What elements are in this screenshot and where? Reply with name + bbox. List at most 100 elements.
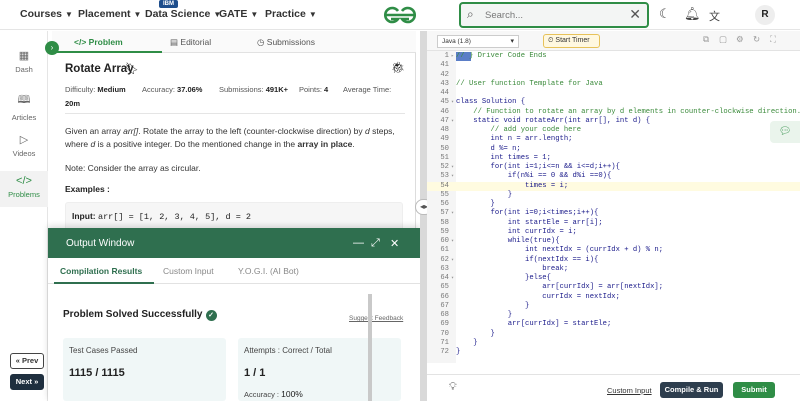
copy-icon[interactable]: ⧉ bbox=[703, 34, 709, 45]
rail-item-dash[interactable]: ▦ Dash bbox=[0, 49, 48, 74]
tab-editorial[interactable]: ▤ Editorial bbox=[170, 37, 211, 48]
code-line[interactable]: 1 ▸// } Driver Code Ends bbox=[427, 52, 800, 61]
rail-item-problems[interactable]: </> Problems bbox=[0, 171, 48, 207]
line-number: 41 bbox=[440, 61, 449, 70]
code-line[interactable]: 70 } bbox=[427, 330, 800, 339]
nav-data-science[interactable]: Data Science ▼ bbox=[145, 8, 221, 20]
translate-icon[interactable]: 文 bbox=[709, 8, 720, 24]
nav-practice[interactable]: Practice ▼ bbox=[265, 8, 317, 20]
code-line[interactable]: 41 bbox=[427, 61, 800, 70]
fold-chevron-icon[interactable]: ▾ bbox=[449, 209, 456, 218]
code-line[interactable]: 49 int n = arr.length; bbox=[427, 135, 800, 144]
code-line[interactable]: 57 ▾ for(int i=0;i<times;i++){ bbox=[427, 209, 800, 218]
code-line[interactable]: 46 // Function to rotate an array by d e… bbox=[427, 108, 800, 117]
fold-chevron-icon[interactable]: ▾ bbox=[449, 172, 456, 181]
code-line[interactable]: 64 ▾ }else{ bbox=[427, 274, 800, 283]
suggest-feedback-link[interactable]: Suggest Feedback bbox=[349, 315, 403, 322]
chat-icon[interactable]: 💬︎ bbox=[770, 121, 800, 143]
line-number: 72 bbox=[440, 348, 449, 356]
code-line[interactable]: 42 bbox=[427, 71, 800, 80]
fold-chevron-icon[interactable]: ▾ bbox=[449, 237, 456, 246]
close-icon[interactable]: ✕ bbox=[629, 6, 641, 23]
rail-item-articles[interactable]: 🕮 Articles bbox=[0, 91, 48, 122]
code-area[interactable]: 1 ▸// } Driver Code Ends 41 42 43// User fun… bbox=[427, 52, 800, 362]
code-line[interactable]: 63 break; bbox=[427, 265, 800, 274]
language-select[interactable]: Java (1.8) ▾ bbox=[437, 35, 519, 48]
bookmark-icon[interactable]: 🔖︎ bbox=[125, 62, 139, 75]
code-line[interactable]: 48 // add your code here bbox=[427, 126, 800, 135]
reset-icon[interactable]: ↻ bbox=[753, 34, 760, 45]
tab-custom-input[interactable]: Custom Input bbox=[163, 266, 214, 276]
lightbulb-icon[interactable]: 💡︎ bbox=[449, 381, 457, 394]
panel-splitter[interactable] bbox=[420, 31, 427, 401]
settings-icon[interactable]: ⚙ bbox=[736, 34, 744, 45]
code-line[interactable]: 69 arr[currIdx] = startEle; bbox=[427, 320, 800, 329]
rail-item-videos[interactable]: ▷ Videos bbox=[0, 133, 48, 158]
code-line[interactable]: 52 ▾ for(int i=1;i<=n && i<=d;i++){ bbox=[427, 163, 800, 172]
bell-icon[interactable]: 🔔︎ bbox=[684, 6, 701, 22]
code-line[interactable]: 71 } bbox=[427, 339, 800, 348]
prev-button[interactable]: « Prev bbox=[10, 353, 44, 369]
custom-input-link[interactable]: Custom Input bbox=[607, 386, 652, 395]
avatar[interactable]: R bbox=[755, 5, 775, 25]
paste-icon[interactable]: ▢ bbox=[719, 34, 727, 45]
code-text: if(nextIdx == i){ bbox=[456, 255, 599, 264]
fold-chevron-icon[interactable]: ▸ bbox=[449, 52, 456, 61]
active-tab-indicator bbox=[54, 282, 154, 284]
code-line[interactable]: 45 ▾ class Solution { bbox=[427, 98, 800, 107]
line-number: 44 bbox=[440, 89, 449, 97]
submissions: Submissions: 491K+ bbox=[219, 85, 288, 94]
code-line[interactable]: 47 ▾ static void rotateArr(int arr[], int… bbox=[427, 117, 800, 126]
dark-mode-moon-icon[interactable]: ☾ bbox=[659, 6, 671, 22]
start-timer-button[interactable]: ⏲ Start Timer bbox=[543, 34, 600, 48]
minimize-icon[interactable]: — bbox=[353, 237, 364, 249]
search-input[interactable]: Search... bbox=[485, 10, 523, 21]
tab-problem[interactable]: </> Problem bbox=[74, 37, 123, 47]
code-line[interactable]: 56 } bbox=[427, 200, 800, 209]
code-text: } bbox=[456, 190, 513, 199]
line-number: 63 bbox=[440, 264, 449, 273]
code-line[interactable]: 72} bbox=[427, 348, 800, 357]
close-icon[interactable]: ✕ bbox=[390, 237, 399, 250]
fullscreen-icon[interactable]: ⛶ bbox=[770, 34, 776, 45]
code-line[interactable]: 43 // User function Template for Java bbox=[427, 80, 800, 89]
code-line[interactable]: 51 int times = 1; bbox=[427, 154, 800, 163]
nav-placement[interactable]: Placement ▼ bbox=[78, 8, 141, 20]
tab-submissions[interactable]: ◷ Submissions bbox=[257, 37, 315, 48]
code-text: for(int i=1;i<=n && i<=d;i++){ bbox=[456, 163, 620, 171]
code-line[interactable]: 53 ▾ if(n%i == 0 && d%i ==0){ bbox=[427, 172, 800, 181]
expand-rail-chevron-icon[interactable]: › bbox=[45, 41, 59, 55]
output-scrollbar[interactable] bbox=[368, 294, 372, 401]
nav-courses[interactable]: Courses ▼ bbox=[20, 8, 73, 20]
geeksforgeeks-logo-icon[interactable] bbox=[381, 3, 419, 27]
code-line[interactable]: 66 currIdx = nextIdx; bbox=[427, 293, 800, 302]
fold-chevron-icon[interactable]: ▾ bbox=[449, 163, 456, 172]
code-line[interactable]: 68 } bbox=[427, 311, 800, 320]
left-rail: ▦ Dash 🕮 Articles ▷ Videos </> Problems bbox=[0, 31, 48, 401]
fold-chevron-icon[interactable]: ▾ bbox=[449, 98, 456, 107]
fold-chevron-icon[interactable]: ▾ bbox=[449, 274, 456, 283]
code-line[interactable]: 60 ▾ while(true){ bbox=[427, 237, 800, 246]
code-line[interactable]: 50 d %= n; bbox=[427, 145, 800, 154]
code-line[interactable]: 65 arr[currIdx] = arr[nextIdx]; bbox=[427, 283, 800, 292]
tab-yogi-ai-bot[interactable]: Y.O.G.I. (AI Bot) bbox=[238, 266, 299, 276]
submit-button[interactable]: Submit bbox=[733, 382, 775, 398]
next-button[interactable]: Next » bbox=[10, 374, 44, 390]
code-line[interactable]: 55 } bbox=[427, 191, 800, 200]
code-line[interactable]: 58 int startEle = arr[i]; bbox=[427, 219, 800, 228]
code-line[interactable]: 54 times = i; bbox=[427, 181, 800, 191]
code-line[interactable]: 59 int currIdx = i; bbox=[427, 228, 800, 237]
fold-chevron-icon[interactable]: ▾ bbox=[449, 256, 456, 265]
code-line[interactable]: 44 bbox=[427, 89, 800, 98]
code-text: } bbox=[456, 329, 495, 338]
code-line[interactable]: 67 } bbox=[427, 302, 800, 311]
code-line[interactable]: 61 int nextIdx = (currIdx + d) % n; bbox=[427, 246, 800, 255]
compile-run-button[interactable]: Compile & Run bbox=[660, 382, 723, 398]
nav-gate[interactable]: GATE ▼ bbox=[219, 8, 258, 20]
bug-report-icon[interactable]: 🐞︎ bbox=[391, 61, 405, 74]
fold-chevron-icon[interactable]: ▾ bbox=[449, 117, 456, 126]
search-box[interactable]: ⌕ Search... ✕ bbox=[459, 2, 649, 28]
expand-icon[interactable]: ⤢ bbox=[371, 237, 380, 250]
code-line[interactable]: 62 ▾ if(nextIdx == i){ bbox=[427, 256, 800, 265]
tab-compilation-results[interactable]: Compilation Results bbox=[60, 266, 142, 276]
